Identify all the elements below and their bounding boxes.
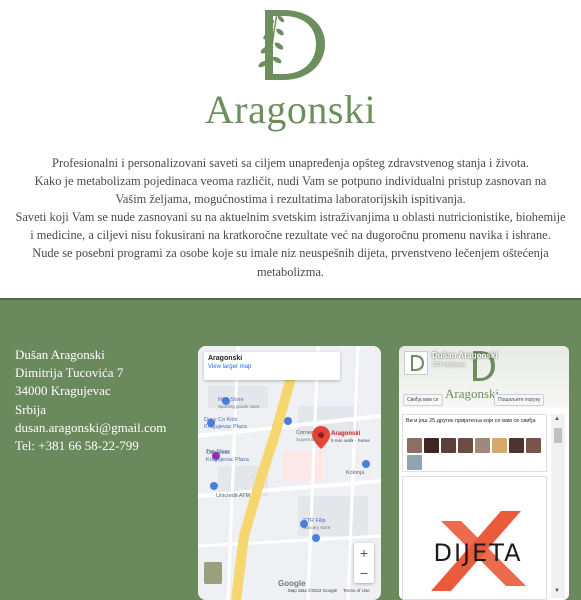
fb-page-name[interactable]: Dušan Aragonski xyxy=(432,351,498,360)
footer: Dušan Aragonski Dimitrija Tucovića 7 340… xyxy=(0,298,581,600)
logo-monogram-icon xyxy=(258,10,325,80)
map-label-cineplexx: Cineplexx Kragujevac Plaza xyxy=(206,450,249,463)
fb-post[interactable]: DIJETA xyxy=(402,476,547,600)
zoom-in-button[interactable]: + xyxy=(354,543,374,563)
fb-scrollbar[interactable]: ▲ ▼ xyxy=(551,414,565,598)
intro-line: Kako je metabolizam pojedinaca veoma raz… xyxy=(34,174,547,189)
fb-message-button[interactable]: Пошаљите поруку xyxy=(494,394,545,406)
facebook-page-widget: Aragonski Dušan Aragonski 133 свиђања Св… xyxy=(399,346,569,600)
friend-avatar[interactable] xyxy=(492,438,507,453)
contact-email[interactable]: dusan.aragonski@gmail.com xyxy=(15,419,166,437)
fb-friends-box: Ви и још 25 других пријатеља који се вам… xyxy=(402,414,547,472)
map-label-kolonja: Kolonja xyxy=(346,470,365,476)
intro-line: Vašim željama, mogućnostima i rezultatim… xyxy=(115,192,466,207)
zoom-out-button[interactable]: − xyxy=(354,563,374,583)
intro-line: metabolizma. xyxy=(256,264,325,279)
friend-avatar[interactable] xyxy=(407,455,422,470)
map-place-title: Aragonski xyxy=(208,355,243,362)
view-larger-map-link[interactable]: View larger map xyxy=(208,364,336,370)
brand-name: Aragonski xyxy=(204,87,377,132)
map-label-nike: Nike Store Sporting goods store xyxy=(218,397,260,409)
intro-text: Profesionalni i personalizovani saveti s… xyxy=(10,154,571,281)
map-label-strfilip: STR Filip Grocery store xyxy=(303,518,331,530)
map-label-dexy: Dexy Co Kids Kragujevac Plaza xyxy=(204,417,247,430)
fb-cover-brand: Aragonski xyxy=(445,386,500,401)
fb-post-image: DIJETA xyxy=(421,511,536,591)
fb-page-avatar[interactable] xyxy=(404,351,428,375)
friend-avatar[interactable] xyxy=(441,438,456,453)
map-zoom-control: + − xyxy=(354,543,374,583)
friend-avatar[interactable] xyxy=(407,438,422,453)
contact-city: 34000 Kragujevac xyxy=(15,383,111,399)
google-logo: Google xyxy=(278,579,306,588)
fb-like-button[interactable]: Свиђа вам се xyxy=(403,394,443,406)
friend-avatar[interactable] xyxy=(526,438,541,453)
fb-post-word: DIJETA xyxy=(433,539,522,567)
fb-friends-text: Ви и још 25 других пријатеља који се вам… xyxy=(406,418,536,424)
street-view-pegman-icon[interactable] xyxy=(204,562,222,584)
google-map[interactable]: Aragonski View larger map Nike Store Spor… xyxy=(198,346,381,600)
map-data-text: Map data ©2022 Google xyxy=(288,588,338,593)
intro-line: Profesionalni i personalizovani saveti s… xyxy=(52,156,529,170)
contact-country: Srbija xyxy=(15,401,47,417)
logo: Aragonski xyxy=(0,0,581,135)
friend-avatar[interactable] xyxy=(458,438,473,453)
intro-line: Saveti koji Vam se nude zasnovani su na … xyxy=(15,210,566,225)
contact-info: Dušan Aragonski Dimitrija Tucovića 7 340… xyxy=(15,346,166,455)
intro-line: i medicine, a ciljevi nisu fokusirani na… xyxy=(30,228,551,243)
friend-avatar[interactable] xyxy=(424,438,439,453)
map-attribution: Map data ©2022 Google Terms of Use xyxy=(288,588,376,593)
friend-avatar[interactable] xyxy=(475,438,490,453)
scroll-down-arrow-icon[interactable]: ▼ xyxy=(554,588,560,594)
fb-followers-count: 133 свиђања xyxy=(432,362,466,368)
map-pin-label[interactable]: Aragonski 5 min walk · home xyxy=(331,431,370,444)
contact-street: Dimitrija Tucovića 7 xyxy=(15,365,124,381)
intro-line: Nude se posebni programi za osobe koje s… xyxy=(32,246,549,261)
scroll-up-arrow-icon[interactable]: ▲ xyxy=(554,416,560,422)
scroll-thumb[interactable] xyxy=(554,428,562,443)
contact-name: Dušan Aragonski xyxy=(15,347,105,362)
map-label-unicredit: Unicredit ATM xyxy=(216,493,251,499)
friend-avatar[interactable] xyxy=(509,438,524,453)
map-info-card: Aragonski View larger map xyxy=(204,352,340,380)
terms-link[interactable]: Terms of Use xyxy=(343,588,370,593)
contact-phone[interactable]: Tel: +381 66 58-22-799 xyxy=(15,437,166,455)
map-label-corner: Corner shop Supermarket xyxy=(296,430,327,442)
